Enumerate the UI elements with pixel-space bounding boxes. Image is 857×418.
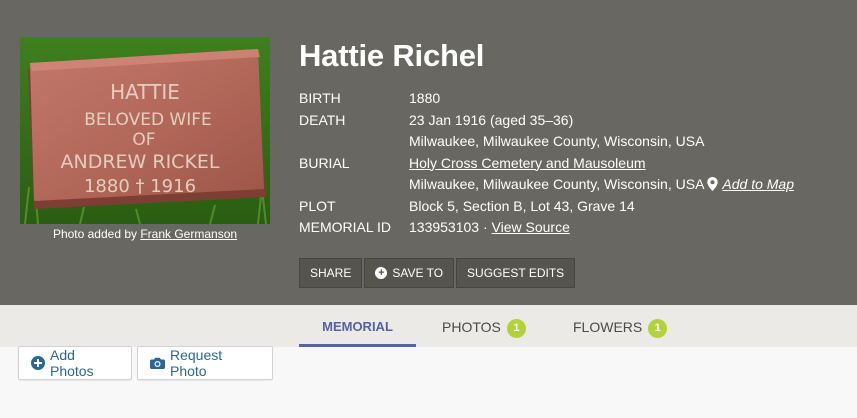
photo-credit-link[interactable]: Frank Germanson	[140, 227, 237, 241]
burial-place: Milwaukee, Milwaukee County, Wisconsin, …	[409, 176, 705, 192]
plot-value: Block 5, Section B, Lot 43, Grave 14	[409, 197, 635, 214]
burial-label: BURIAL	[299, 154, 350, 171]
flowers-count-badge: 1	[648, 319, 668, 338]
add-to-map-link[interactable]: Add to Map	[722, 176, 794, 192]
add-photos-label: Add Photos	[50, 347, 94, 379]
death-row: DEATH 23 Jan 1916 (aged 35–36)	[299, 110, 794, 132]
memorial-id-label: MEMORIAL ID	[299, 219, 392, 235]
death-place: Milwaukee, Milwaukee County, Wisconsin, …	[409, 133, 705, 149]
tab-photos-label: PHOTOS	[442, 319, 501, 335]
request-photo-button[interactable]: Request Photo	[137, 346, 273, 380]
tab-photos[interactable]: PHOTOS 1	[442, 305, 526, 347]
plus-circle-icon	[31, 356, 45, 370]
headstone-photo[interactable]: HATTIE BELOVED WIFE OF ANDREW RICKEL 188…	[20, 37, 270, 224]
suggest-edits-button[interactable]: SUGGEST EDITS	[456, 258, 576, 288]
map-pin-icon	[707, 176, 719, 198]
add-photos-button[interactable]: Add Photos	[18, 346, 132, 380]
inscription-line-3: OF	[132, 130, 155, 150]
inscription-line-1: HATTIE	[110, 80, 180, 104]
tab-flowers-label: FLOWERS	[573, 319, 643, 335]
tab-memorial-label: MEMORIAL	[322, 319, 393, 334]
share-label: SHARE	[310, 266, 352, 280]
birth-row: BIRTH 1880	[299, 88, 794, 110]
inscription-line-5: 1880 † 1916	[84, 176, 196, 197]
plot-row: PLOT Block 5, Section B, Lot 43, Grave 1…	[299, 196, 794, 218]
birth-value: 1880	[409, 90, 441, 106]
memorial-id-row: MEMORIAL ID 133953103 · View Source	[299, 217, 794, 239]
photo-credit-prefix: Photo added by	[52, 227, 141, 241]
save-to-label: SAVE TO	[392, 266, 444, 280]
death-date: 23 Jan 1916 (aged 35–36)	[409, 111, 574, 128]
memorial-actions: SHARE + SAVE TO SUGGEST EDITS	[299, 258, 576, 288]
memorial-id-value: 133953103 ·	[409, 219, 492, 235]
inscription-line-4: ANDREW RICKEL	[61, 151, 220, 173]
death-place-row: Milwaukee, Milwaukee County, Wisconsin, …	[299, 131, 794, 153]
memorial-name: Hattie Richel	[299, 38, 485, 73]
share-button[interactable]: SHARE	[299, 258, 363, 288]
photo-credit: Photo added by Frank Germanson	[20, 227, 270, 241]
burial-row: BURIAL Holy Cross Cemetery and Mausoleum	[299, 153, 794, 175]
burial-place-row: Milwaukee, Milwaukee County, Wisconsin, …	[299, 174, 794, 196]
birth-label: BIRTH	[299, 90, 341, 106]
view-source-link[interactable]: View Source	[492, 219, 570, 235]
memorial-header: HATTIE BELOVED WIFE OF ANDREW RICKEL 188…	[0, 0, 857, 305]
photos-count-badge: 1	[506, 319, 526, 338]
plus-circle-icon: +	[375, 267, 388, 279]
cemetery-link[interactable]: Holy Cross Cemetery and Mausoleum	[409, 155, 646, 171]
save-to-button[interactable]: + SAVE TO	[364, 258, 455, 288]
camera-icon	[150, 357, 165, 369]
request-photo-label: Request Photo	[170, 347, 223, 379]
memorial-tabs: MEMORIAL PHOTOS 1 FLOWERS 1	[0, 305, 857, 347]
death-label: DEATH	[299, 111, 346, 128]
inscription-line-2: BELOVED WIFE	[84, 110, 212, 130]
plot-label: PLOT	[299, 197, 336, 214]
memorial-facts: BIRTH 1880 DEATH 23 Jan 1916 (aged 35–36…	[299, 88, 794, 239]
tab-flowers[interactable]: FLOWERS 1	[573, 305, 668, 347]
tab-memorial[interactable]: MEMORIAL	[299, 305, 416, 347]
suggest-edits-label: SUGGEST EDITS	[467, 266, 565, 280]
